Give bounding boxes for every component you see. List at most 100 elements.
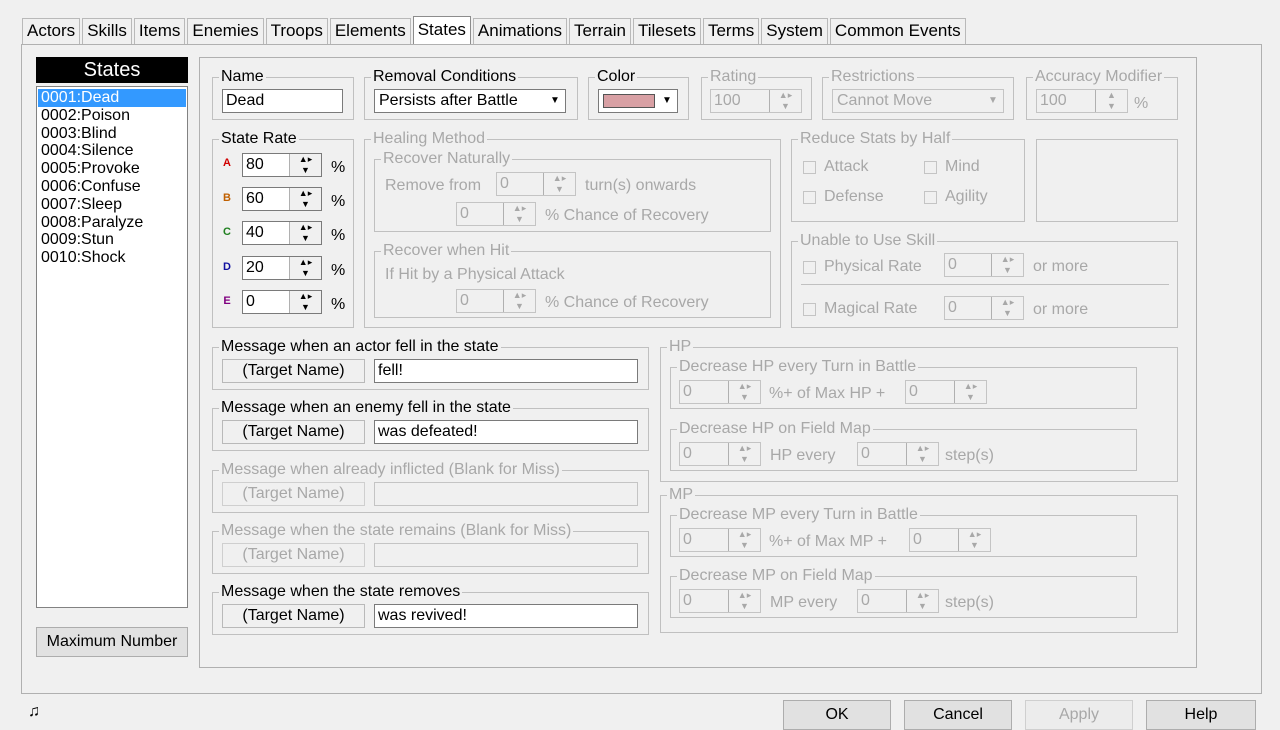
- spin-arrows-icon[interactable]: ▲▸ ▼: [906, 443, 938, 465]
- target-name-label: (Target Name): [222, 359, 365, 383]
- mp-battle-percent-spinner[interactable]: 0 ▲▸ ▼: [679, 528, 761, 552]
- states-list[interactable]: 0001:Dead 0002:Poison 0003:Blind 0004:Si…: [36, 86, 188, 608]
- mind-checkbox[interactable]: Mind: [924, 157, 980, 177]
- spin-arrows-icon[interactable]: ▲▸ ▼: [543, 173, 575, 195]
- attack-checkbox[interactable]: Attack: [803, 157, 868, 177]
- rate-d-spinner[interactable]: 20 ▲▸ ▼: [242, 256, 322, 280]
- rate-letter-c: C: [223, 226, 231, 238]
- hit-chance-spinner[interactable]: 0 ▲▸ ▼: [456, 289, 536, 313]
- tab-terrain[interactable]: Terrain: [569, 18, 631, 44]
- physical-rate-checkbox[interactable]: Physical Rate: [803, 257, 922, 277]
- tab-tilesets[interactable]: Tilesets: [633, 18, 701, 44]
- spin-arrows-icon[interactable]: ▲▸ ▼: [289, 188, 321, 210]
- list-item[interactable]: 0006:Confuse: [37, 178, 187, 196]
- tab-system[interactable]: System: [761, 18, 828, 44]
- agility-checkbox[interactable]: Agility: [924, 187, 988, 207]
- spin-arrows-icon[interactable]: ▲▸ ▼: [906, 590, 938, 612]
- recover-turns-spinner[interactable]: 0 ▲▸ ▼: [496, 172, 576, 196]
- list-item[interactable]: 0005:Provoke: [37, 160, 187, 178]
- music-note-icon[interactable]: ♫: [28, 704, 40, 720]
- tab-items[interactable]: Items: [133, 18, 186, 44]
- tab-troops[interactable]: Troops: [265, 18, 328, 44]
- rate-e-spinner[interactable]: 0 ▲▸ ▼: [242, 290, 322, 314]
- spin-arrows-icon[interactable]: ▲▸ ▼: [289, 291, 321, 313]
- removal-conditions-select[interactable]: Persists after Battle ▼: [374, 89, 566, 113]
- state-removes-label: Message when the state removes: [219, 583, 463, 601]
- apply-button[interactable]: Apply: [1025, 700, 1133, 730]
- spin-arrows-icon[interactable]: ▲▸ ▼: [289, 222, 321, 244]
- tab-states[interactable]: States: [412, 16, 471, 44]
- tab-enemies[interactable]: Enemies: [187, 18, 264, 44]
- list-item[interactable]: 0009:Stun: [37, 231, 187, 249]
- list-item[interactable]: 0008:Paralyze: [37, 214, 187, 232]
- spin-arrows-icon[interactable]: ▲▸ ▼: [728, 529, 760, 551]
- spin-arrows-icon[interactable]: ▲▸ ▼: [503, 290, 535, 312]
- enemy-message-input[interactable]: was defeated!: [374, 420, 638, 444]
- tab-animations[interactable]: Animations: [472, 18, 568, 44]
- rate-d-value: 20: [246, 259, 264, 276]
- hp-field-amount-spinner[interactable]: 0 ▲▸ ▼: [679, 442, 761, 466]
- hp-battle-percent-spinner[interactable]: 0 ▲▸ ▼: [679, 380, 761, 404]
- defense-checkbox[interactable]: Defense: [803, 187, 884, 207]
- target-name-label: (Target Name): [222, 604, 365, 628]
- rate-a-spinner[interactable]: 80 ▲▸ ▼: [242, 153, 322, 177]
- state-removes-input[interactable]: was revived!: [374, 604, 638, 628]
- spin-arrows-icon[interactable]: ▲▸ ▼: [991, 254, 1023, 276]
- color-select[interactable]: ▼: [598, 89, 678, 113]
- rate-b-spinner[interactable]: 60 ▲▸ ▼: [242, 187, 322, 211]
- hp-battle-flat-spinner[interactable]: 0 ▲▸ ▼: [905, 380, 987, 404]
- list-item[interactable]: 0010:Shock: [37, 249, 187, 267]
- magical-rate-checkbox[interactable]: Magical Rate: [803, 299, 917, 319]
- magical-rate-spinner[interactable]: 0 ▲▸ ▼: [944, 296, 1024, 320]
- spin-arrows-icon[interactable]: ▲▸ ▼: [769, 90, 801, 112]
- tab-skills[interactable]: Skills: [82, 18, 132, 44]
- cancel-button[interactable]: Cancel: [904, 700, 1012, 730]
- mp-field-end-label: step(s): [945, 594, 994, 611]
- tab-bar: Actors Skills Items Enemies Troops Eleme…: [22, 16, 968, 44]
- color-swatch: [603, 94, 655, 108]
- maximum-number-button[interactable]: Maximum Number: [36, 627, 188, 657]
- mp-field-mid-label: MP every: [770, 594, 838, 611]
- spin-arrows-icon[interactable]: ▲ ▼: [1095, 90, 1127, 112]
- mp-field-steps-spinner[interactable]: 0 ▲▸ ▼: [857, 589, 939, 613]
- state-remains-input[interactable]: [374, 543, 638, 567]
- spin-arrows-icon[interactable]: ▲▸ ▼: [503, 203, 535, 225]
- mp-field-amount-spinner[interactable]: 0 ▲▸ ▼: [679, 589, 761, 613]
- accuracy-modifier-spinner[interactable]: 100 ▲ ▼: [1036, 89, 1128, 113]
- help-button[interactable]: Help: [1146, 700, 1256, 730]
- list-item[interactable]: 0002:Poison: [37, 107, 187, 125]
- spin-arrows-icon[interactable]: ▲▸ ▼: [958, 529, 990, 551]
- tab-actors[interactable]: Actors: [22, 18, 81, 44]
- natural-chance-spinner[interactable]: 0 ▲▸ ▼: [456, 202, 536, 226]
- hp-field-steps-spinner[interactable]: 0 ▲▸ ▼: [857, 442, 939, 466]
- ok-button[interactable]: OK: [783, 700, 891, 730]
- spin-arrows-icon[interactable]: ▲▸ ▼: [728, 381, 760, 403]
- rate-c-spinner[interactable]: 40 ▲▸ ▼: [242, 221, 322, 245]
- spin-arrows-icon[interactable]: ▲▸ ▼: [728, 443, 760, 465]
- tab-elements[interactable]: Elements: [329, 18, 411, 44]
- restrictions-select[interactable]: Cannot Move ▼: [832, 89, 1004, 113]
- spin-arrows-icon[interactable]: ▲▸ ▼: [289, 154, 321, 176]
- tab-common-events[interactable]: Common Events: [829, 18, 966, 44]
- actor-message-input[interactable]: fell!: [374, 359, 638, 383]
- spin-arrows-icon[interactable]: ▲▸ ▼: [728, 590, 760, 612]
- name-input[interactable]: Dead: [222, 89, 343, 113]
- list-item[interactable]: 0007:Sleep: [37, 196, 187, 214]
- physical-rate-spinner[interactable]: 0 ▲▸ ▼: [944, 253, 1024, 277]
- spin-arrows-icon[interactable]: ▲▸ ▼: [954, 381, 986, 403]
- rate-letter-e: E: [223, 295, 231, 307]
- spin-arrows-icon[interactable]: ▲▸ ▼: [991, 297, 1023, 319]
- target-name-label: (Target Name): [222, 420, 365, 444]
- unable-to-use-skill-label: Unable to Use Skill: [798, 232, 938, 250]
- list-item[interactable]: 0003:Blind: [37, 125, 187, 143]
- mp-battle-flat-spinner[interactable]: 0 ▲▸ ▼: [909, 528, 991, 552]
- state-remains-label: Message when the state remains (Blank fo…: [219, 522, 574, 540]
- rating-spinner[interactable]: 100 ▲▸ ▼: [710, 89, 802, 113]
- list-item[interactable]: 0004:Silence: [37, 142, 187, 160]
- list-item[interactable]: 0001:Dead: [38, 89, 186, 107]
- already-inflicted-input[interactable]: [374, 482, 638, 506]
- spin-arrows-icon[interactable]: ▲▸ ▼: [289, 257, 321, 279]
- tab-terms[interactable]: Terms: [702, 18, 760, 44]
- magical-rate-value: 0: [948, 299, 957, 316]
- hp-battle-mid-label: %+ of Max HP +: [769, 385, 886, 402]
